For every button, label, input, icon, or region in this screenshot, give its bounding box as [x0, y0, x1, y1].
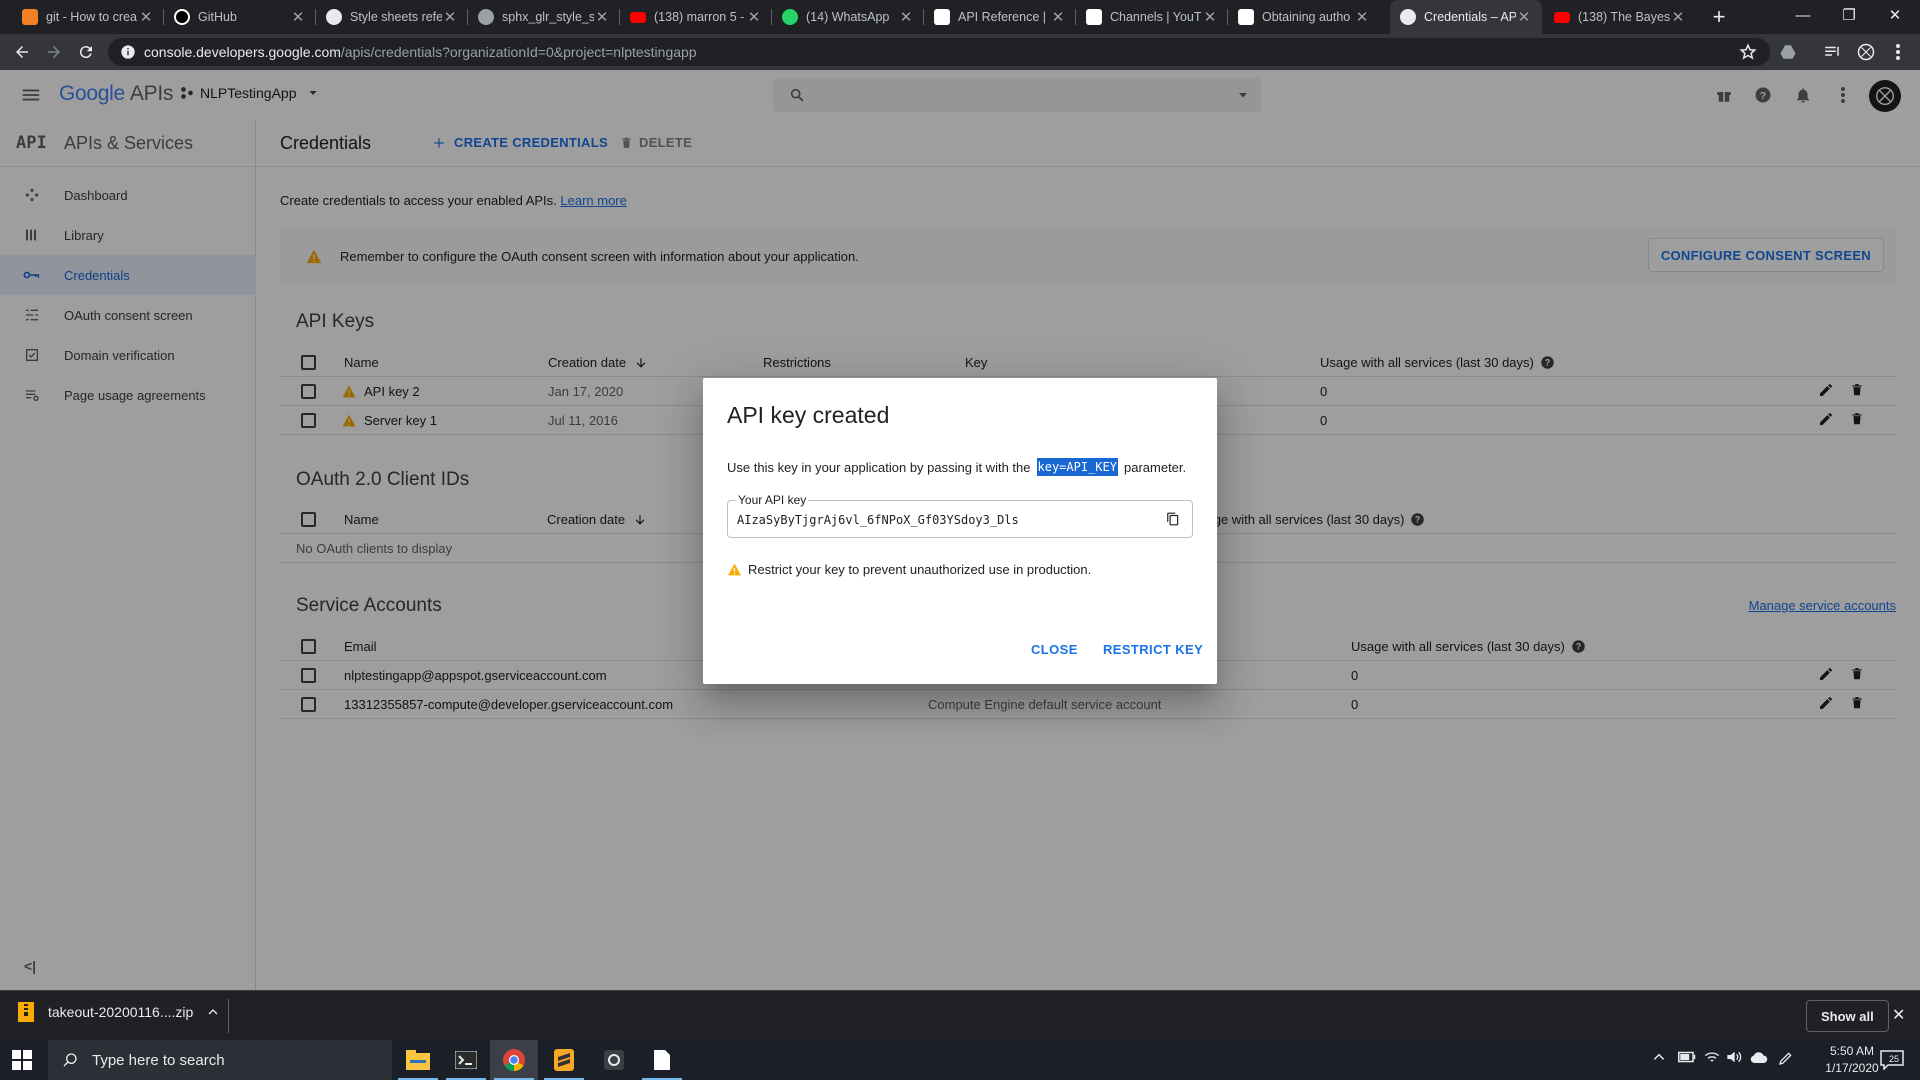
close-tab-icon[interactable]: ✕ [1354, 8, 1370, 26]
chevron-up-icon [208, 1009, 218, 1015]
close-tab-icon[interactable]: ✕ [746, 8, 762, 26]
close-tab-icon[interactable]: ✕ [898, 8, 914, 26]
browser-tab[interactable]: sphx_glr_style_sh ✕ [468, 0, 620, 34]
stackoverflow-icon [22, 9, 38, 25]
show-all-downloads-button[interactable]: Show all [1806, 1000, 1889, 1032]
profile-icon[interactable] [1856, 42, 1876, 62]
restrict-warning: Restrict your key to prevent unauthorize… [727, 562, 1091, 577]
close-tab-icon[interactable]: ✕ [1670, 8, 1686, 26]
warning-icon [728, 563, 741, 576]
taskbar-search-input[interactable]: Type here to search [48, 1040, 392, 1080]
dialog-title: API key created [727, 402, 890, 428]
browser-tab[interactable]: Channels | YouT ✕ [1076, 0, 1228, 34]
document-icon[interactable] [638, 1040, 686, 1080]
browser-tab[interactable]: git - How to crea ✕ [12, 0, 164, 34]
terminal-icon[interactable] [442, 1040, 490, 1080]
arrow-left-icon [16, 46, 28, 58]
app-icon[interactable] [590, 1040, 638, 1080]
browser-tab[interactable]: GitHub ✕ [164, 0, 316, 34]
api-key-label: Your API key [736, 493, 809, 507]
minimize-button[interactable]: — [1780, 0, 1826, 30]
close-tab-icon[interactable]: ✕ [1202, 8, 1218, 26]
restore-button[interactable]: ❐ [1826, 0, 1872, 30]
browser-tab[interactable]: (14) WhatsApp ✕ [772, 0, 924, 34]
close-tab-icon[interactable]: ✕ [442, 8, 458, 26]
info-icon [121, 45, 135, 59]
address-bar[interactable]: console.developers.google.com/apis/crede… [108, 38, 1770, 66]
api-key-field[interactable]: Your API key AIzaSyByTjgrAj6vl_6fNPoX_Gf… [727, 493, 1193, 538]
back-button[interactable] [10, 40, 34, 64]
pen-icon[interactable] [1778, 1050, 1794, 1066]
whatsapp-icon [782, 9, 798, 25]
volume-icon[interactable] [1726, 1050, 1742, 1064]
docs-icon [326, 9, 342, 25]
google-developers-icon [934, 9, 950, 25]
browser-tab-active[interactable]: Credentials – AP ✕ [1390, 0, 1542, 34]
chrome-menu-icon[interactable] [1888, 42, 1908, 62]
media-queue-icon[interactable] [1822, 42, 1842, 62]
close-tab-icon[interactable]: ✕ [138, 8, 154, 26]
google-developers-icon [1238, 9, 1254, 25]
selected-param-text: key=API_KEY [1036, 458, 1118, 476]
api-key-created-dialog: API key created Use this key in your app… [703, 378, 1217, 684]
youtube-icon [630, 11, 646, 23]
zip-file-icon [18, 1002, 34, 1022]
svg-text:25: 25 [1889, 1054, 1899, 1064]
new-tab-button[interactable]: + [1706, 4, 1732, 30]
browser-tab[interactable]: API Reference | ✕ [924, 0, 1076, 34]
close-tab-icon[interactable]: ✕ [1516, 8, 1532, 26]
browser-toolbar: console.developers.google.com/apis/crede… [0, 34, 1920, 70]
restrict-key-button[interactable]: RESTRICT KEY [1103, 642, 1203, 657]
arrow-right-icon [48, 46, 60, 58]
close-tab-icon[interactable]: ✕ [1050, 8, 1066, 26]
close-tab-icon[interactable]: ✕ [594, 8, 610, 26]
onedrive-cloud-icon[interactable] [1750, 1050, 1768, 1064]
globe-icon [478, 9, 494, 25]
reload-icon [79, 46, 92, 59]
download-item[interactable]: takeout-20200116....zip [18, 1002, 219, 1022]
browser-tab[interactable]: (138) The Bayesi ✕ [1544, 0, 1696, 34]
windows-taskbar: Type here to search 5:50 AM 1/17/2020 25 [0, 1040, 1920, 1080]
notifications-icon[interactable]: 25 [1880, 1050, 1904, 1070]
download-bar: takeout-20200116....zip Show all ✕ [0, 990, 1920, 1040]
github-icon [174, 9, 190, 25]
youtube-icon [1554, 11, 1570, 23]
browser-tab[interactable]: Obtaining autho ✕ [1228, 0, 1380, 34]
browser-tab[interactable]: (138) marron 5 - ✕ [620, 0, 772, 34]
api-key-value[interactable]: AIzaSyByTjgrAj6vl_6fNPoX_Gf03YSdoy3_Dls [737, 513, 1019, 527]
battery-icon[interactable] [1678, 1050, 1696, 1064]
extension-drive-icon[interactable] [1778, 42, 1798, 62]
google-icon [1400, 9, 1416, 25]
url-path: /apis/credentials?organizationId=0&proje… [340, 44, 697, 60]
close-button[interactable]: CLOSE [1031, 642, 1078, 657]
close-download-bar-icon[interactable]: ✕ [1892, 1005, 1905, 1025]
tray-chevron-icon[interactable] [1652, 1050, 1666, 1064]
chrome-icon[interactable] [490, 1040, 538, 1080]
wifi-icon[interactable] [1704, 1050, 1720, 1064]
forward-button[interactable] [42, 40, 66, 64]
copy-icon[interactable] [1166, 511, 1180, 527]
browser-tab-strip: git - How to crea ✕ GitHub ✕ Style sheet… [0, 0, 1920, 34]
windows-start-icon[interactable] [12, 1050, 32, 1070]
dialog-description: Use this key in your application by pass… [727, 458, 1187, 476]
search-icon [63, 1053, 77, 1067]
url-host: console.developers.google.com [144, 44, 341, 60]
reload-button[interactable] [74, 40, 98, 64]
bookmark-star-icon[interactable] [1738, 42, 1758, 62]
close-window-button[interactable]: ✕ [1872, 0, 1918, 30]
close-tab-icon[interactable]: ✕ [290, 8, 306, 26]
sublime-text-icon[interactable] [540, 1040, 588, 1080]
google-developers-icon [1086, 9, 1102, 25]
file-explorer-icon[interactable] [394, 1040, 442, 1080]
browser-tab[interactable]: Style sheets refe ✕ [316, 0, 468, 34]
